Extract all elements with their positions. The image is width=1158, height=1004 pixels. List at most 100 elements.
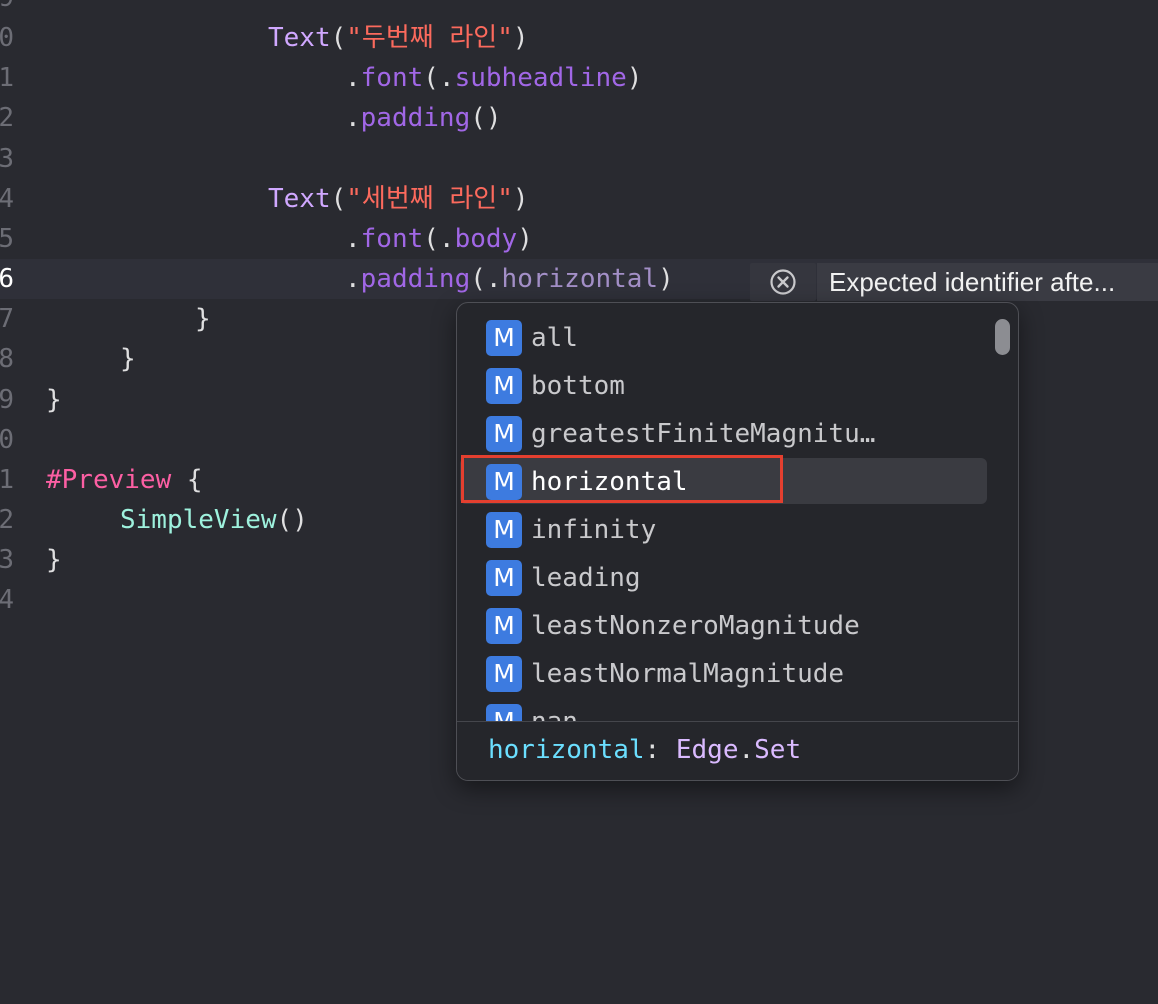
code-token: SimpleView <box>120 504 277 535</box>
line-number: 7 <box>0 304 14 335</box>
code-text[interactable]: .padding(.horizontal) <box>345 259 674 299</box>
completion-item-label: bottom <box>531 371 625 401</box>
code-token: Text <box>268 183 331 214</box>
detail-separator: : <box>644 735 676 765</box>
line-number: 1 <box>0 63 14 94</box>
code-line[interactable]: 1 .font(.subheadline) <box>0 58 1158 98</box>
completion-item[interactable]: MleastNonzeroMagnitude <box>457 600 1018 648</box>
code-text[interactable]: .font(.body) <box>345 219 533 259</box>
code-text[interactable]: } <box>46 380 62 420</box>
error-circle-x-icon <box>770 269 796 295</box>
completion-item[interactable]: Mhorizontal <box>457 456 1018 504</box>
member-kind-icon: M <box>486 368 522 404</box>
completion-item-label: leading <box>531 563 641 593</box>
code-token: (. <box>423 223 455 254</box>
line-number: 0 <box>0 23 14 54</box>
code-token: padding <box>360 103 471 134</box>
member-kind-icon: M <box>486 656 522 692</box>
completion-item-label: leastNormalMagnitude <box>531 659 845 689</box>
code-token: () <box>470 103 502 134</box>
code-line[interactable]: 9 <box>0 0 1158 18</box>
code-token: ) <box>626 63 643 94</box>
line-number: 0 <box>0 424 14 455</box>
member-kind-icon: M <box>486 512 522 548</box>
detail-dot: . <box>738 735 755 765</box>
code-token: ( <box>330 23 347 54</box>
code-token: ) <box>658 264 674 295</box>
line-number: 2 <box>0 504 14 535</box>
code-completion-popup[interactable]: Mall Mbottom MgreatestFiniteMagnitu… Mhoriz… <box>456 302 1019 781</box>
code-token: #Preview <box>46 464 172 495</box>
detail-member: Set <box>754 735 802 765</box>
code-text[interactable]: } <box>46 540 62 580</box>
line-number: 3 <box>0 545 14 576</box>
completion-item[interactable]: Mleading <box>457 552 1018 600</box>
code-text[interactable]: .padding() <box>345 98 502 138</box>
completion-item[interactable]: MleastNormalMagnitude <box>457 648 1018 696</box>
code-text[interactable]: } <box>195 299 211 339</box>
completion-item[interactable]: Mbottom <box>457 360 1018 408</box>
code-token: font <box>360 223 424 254</box>
code-token: body <box>454 223 518 254</box>
member-kind-icon: M <box>486 416 522 452</box>
line-number: 3 <box>0 143 14 174</box>
completion-detail-bar: horizontal: Edge.Set <box>457 722 1018 780</box>
code-line[interactable]: 4 Text("세번째 라인") <box>0 179 1158 219</box>
scrollbar-thumb[interactable] <box>995 319 1010 355</box>
completion-item[interactable]: Mall <box>457 312 1018 360</box>
code-token: "세번째 라인" <box>346 183 513 214</box>
completion-item-label: infinity <box>531 515 657 545</box>
code-text[interactable]: .font(.subheadline) <box>345 58 642 98</box>
code-token: "두번째 라인" <box>346 23 513 54</box>
code-line[interactable]: 0 Text("두번째 라인") <box>0 18 1158 58</box>
completion-item-label: greatestFiniteMagnitu… <box>531 419 876 449</box>
error-message[interactable]: Expected identifier afte... <box>817 263 1158 301</box>
code-token: } <box>195 304 211 335</box>
code-token: font <box>360 63 424 94</box>
code-line[interactable]: 3 <box>0 139 1158 179</box>
member-kind-icon: M <box>486 560 522 596</box>
code-token: Text <box>268 23 331 54</box>
code-token: ) <box>512 183 529 214</box>
completion-list[interactable]: Mall Mbottom MgreatestFiniteMagnitu… Mhoriz… <box>457 303 1018 721</box>
completion-detail: horizontal: Edge.Set <box>488 730 801 770</box>
member-kind-icon: M <box>486 704 522 721</box>
line-number: 4 <box>0 585 14 616</box>
completion-item[interactable]: MgreatestFiniteMagnitu… <box>457 408 1018 456</box>
code-token: } <box>46 384 62 415</box>
code-line[interactable]: 5 .font(.body) <box>0 219 1158 259</box>
error-badge[interactable] <box>750 263 816 301</box>
code-token: . <box>345 223 361 254</box>
code-token: . <box>345 264 361 295</box>
code-token: { <box>171 464 203 495</box>
code-token: ) <box>517 223 533 254</box>
code-token: (. <box>470 264 502 295</box>
completion-item-label: all <box>531 323 578 353</box>
completion-item[interactable]: Mnan <box>457 696 1018 721</box>
code-text[interactable]: Text("세번째 라인") <box>268 179 529 219</box>
code-token: horizontal <box>501 264 659 295</box>
line-number: 8 <box>0 344 14 375</box>
code-token: ) <box>512 23 529 54</box>
code-token: padding <box>360 264 471 295</box>
line-number: 9 <box>0 384 14 415</box>
code-text[interactable]: SimpleView() <box>120 500 308 540</box>
line-number: 2 <box>0 103 14 134</box>
member-kind-icon: M <box>486 320 522 356</box>
completion-item-label: leastNonzeroMagnitude <box>531 611 860 641</box>
line-number: 9 <box>0 0 14 18</box>
member-kind-icon: M <box>486 608 522 644</box>
completion-item-label: nan <box>531 696 578 721</box>
code-token: () <box>276 504 308 535</box>
code-line[interactable]: 2 .padding() <box>0 98 1158 138</box>
code-text[interactable]: Text("두번째 라인") <box>268 18 529 58</box>
line-number: 1 <box>0 464 14 495</box>
code-text[interactable]: } <box>120 339 136 379</box>
completion-item[interactable]: Minfinity <box>457 504 1018 552</box>
code-token: . <box>345 103 361 134</box>
code-token: . <box>345 63 361 94</box>
code-token: (. <box>423 63 455 94</box>
detail-type: Edge <box>675 735 739 765</box>
code-text[interactable]: #Preview { <box>46 460 203 500</box>
line-number: 5 <box>0 223 14 254</box>
